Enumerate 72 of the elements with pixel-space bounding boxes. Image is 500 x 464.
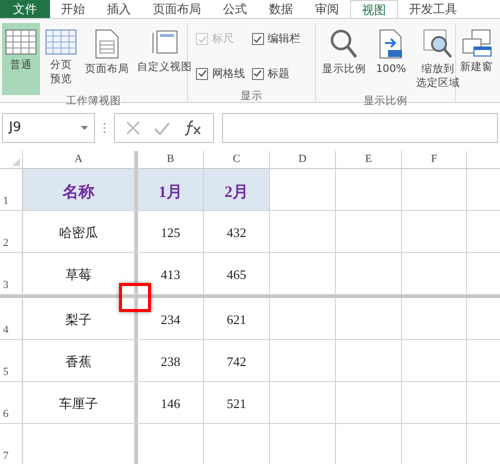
ribbon-tab[interactable]: 数据 <box>258 0 304 18</box>
page-icon <box>95 29 119 59</box>
checkbox-label: 标尺 <box>212 31 234 47</box>
cell-text: 234 <box>160 311 180 329</box>
column-header: A <box>74 152 82 168</box>
ribbon-tab[interactable]: 开始 <box>50 0 96 18</box>
ribbon-button[interactable]: 显示比例 <box>319 23 369 95</box>
page-arrow-icon <box>379 29 404 59</box>
file-tab[interactable]: 文件 <box>0 0 50 18</box>
ribbon-tab[interactable]: 公式 <box>212 0 258 18</box>
name-box[interactable]: J9 <box>2 113 95 143</box>
ribbon-tab[interactable]: 开发工具 <box>398 0 468 18</box>
cell-text: 车厘子 <box>59 395 98 413</box>
cell-text: 146 <box>160 395 180 413</box>
ribbon-tab[interactable]: 审阅 <box>304 0 350 18</box>
cell-text: 梨子 <box>66 311 92 329</box>
grid-icon <box>45 29 77 55</box>
ribbon-button[interactable]: 自定义视图 <box>134 23 195 95</box>
column-header: D <box>298 152 306 168</box>
grip-icon <box>103 122 106 134</box>
ribbon-button[interactable]: 页面布局 <box>82 23 132 95</box>
cell-text: 413 <box>160 266 180 284</box>
cell-text: 香蕉 <box>66 353 92 371</box>
row-number: 3 <box>3 278 8 292</box>
checkbox-label: 网格线 <box>212 66 245 82</box>
windows-icon <box>462 29 492 57</box>
column-header: F <box>430 152 438 168</box>
row-number: 7 <box>3 448 8 464</box>
ribbon-button[interactable]: 分页 预览 <box>42 23 80 95</box>
checkbox[interactable] <box>252 68 264 80</box>
group-title: 显示比例 <box>364 95 408 107</box>
row-number: 6 <box>3 406 8 422</box>
cancel-icon[interactable] <box>126 121 140 135</box>
cell-text: 238 <box>160 353 180 371</box>
cell-text: 742 <box>226 353 246 371</box>
cell-text: 1月 <box>158 183 182 203</box>
ribbon-button[interactable]: 100% <box>373 23 410 95</box>
zoom-selection-icon <box>423 29 454 59</box>
cell-text: 521 <box>226 395 246 413</box>
row-number: 2 <box>3 236 8 250</box>
row-number: 1 <box>3 194 8 208</box>
ribbon-tab[interactable]: 页面布局 <box>142 0 212 18</box>
checkbox-label: 标题 <box>268 66 290 82</box>
column-header: C <box>232 152 240 168</box>
cell-text: 名称 <box>62 182 94 203</box>
highlight-box <box>119 283 151 312</box>
column-header: E <box>365 152 372 168</box>
cell-text: 2月 <box>224 183 248 203</box>
dropdown-icon <box>81 126 88 130</box>
checkbox[interactable] <box>252 33 264 46</box>
group-title: 工作簿视图 <box>66 95 121 107</box>
cell-text: 125 <box>160 224 180 242</box>
grid-icon <box>5 29 37 55</box>
magnifier-icon <box>330 29 358 59</box>
cell-text: 621 <box>226 311 246 329</box>
ribbon-tab[interactable]: 插入 <box>96 0 142 18</box>
cell-text: 432 <box>226 224 246 242</box>
check-icon[interactable] <box>154 122 170 134</box>
ribbon-tab[interactable]: 视图 <box>350 0 398 18</box>
column-header: B <box>166 152 174 168</box>
cell-text: 465 <box>226 266 246 284</box>
formula-input[interactable] <box>222 113 498 143</box>
ribbon-button[interactable]: 普通 <box>2 23 40 95</box>
cell-text: 哈密瓜 <box>59 224 98 242</box>
group-title: 显示 <box>240 90 262 102</box>
checkbox-label: 编辑栏 <box>268 31 300 47</box>
row-number: 4 <box>3 322 8 338</box>
function-icon[interactable] <box>184 120 202 136</box>
select-all-icon[interactable] <box>12 158 20 166</box>
checkbox[interactable] <box>196 68 208 80</box>
cell-text: 草莓 <box>66 266 92 284</box>
row-number: 5 <box>3 364 8 380</box>
